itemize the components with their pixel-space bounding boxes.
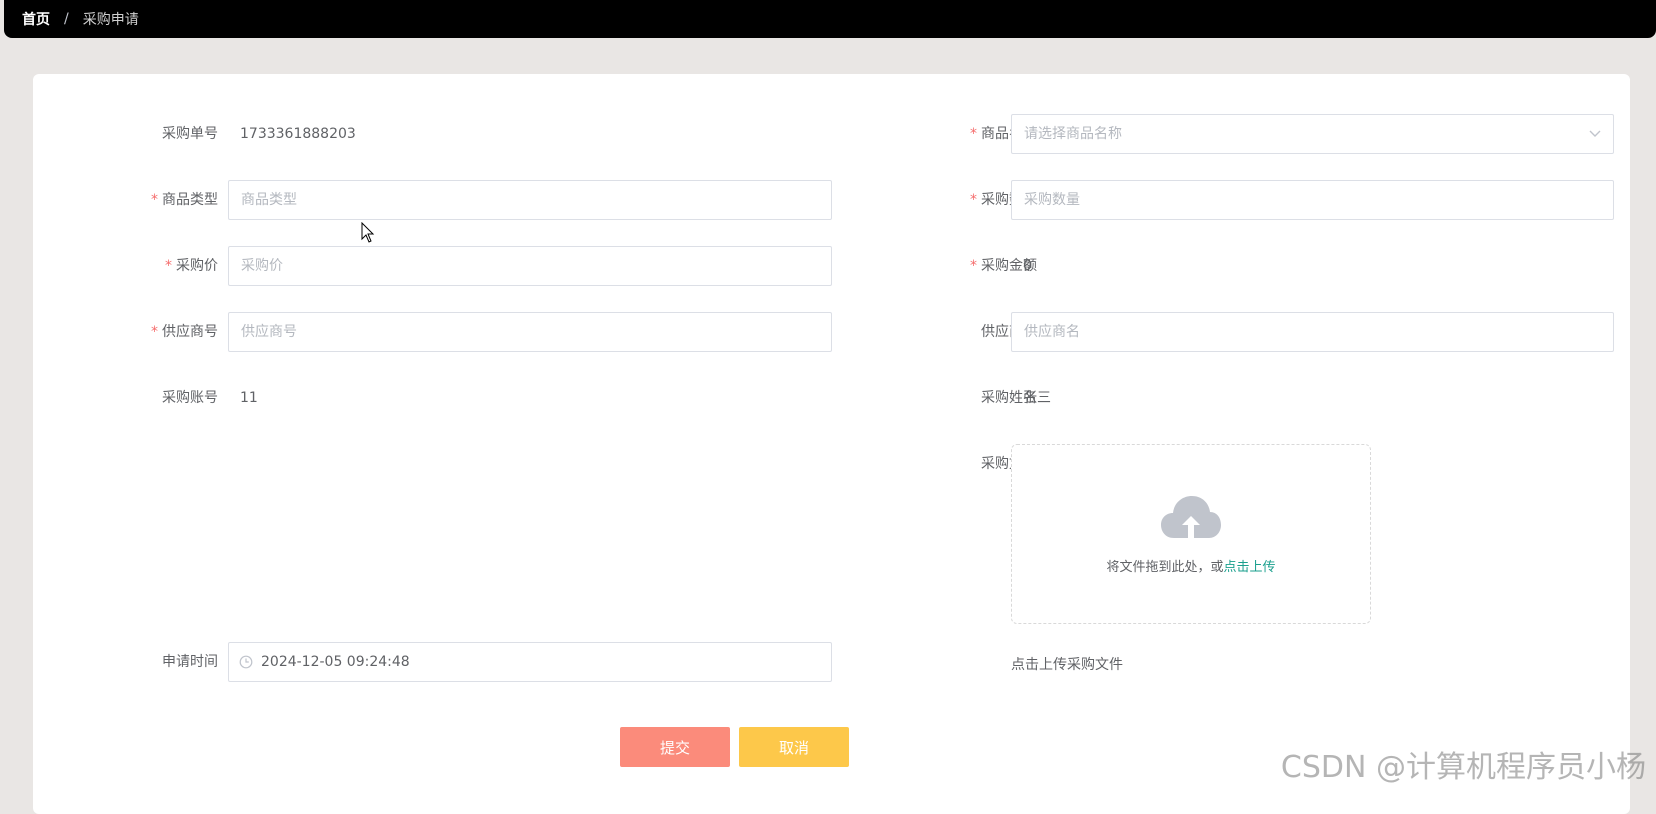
upload-tip: 点击上传采购文件 (1011, 657, 1123, 673)
file-upload-dropzone[interactable]: 将文件拖到此处，或点击上传 (1011, 444, 1371, 624)
breadcrumb-current: 采购申请 (82, 12, 139, 28)
breadcrumb-bar: 首页 / 采购申请 (4, 0, 1656, 38)
mouse-cursor-icon (361, 222, 375, 243)
supplier-name-input[interactable] (1011, 312, 1614, 352)
submit-button[interactable]: 提交 (620, 727, 730, 767)
form-card: 采购单号 1733361888203 *商品名称 *商品类型 *采购数量 *采购… (33, 74, 1630, 814)
upload-cloud-icon (1161, 495, 1221, 538)
account-label: 采购账号 (162, 390, 218, 406)
product-name-select[interactable] (1011, 114, 1614, 154)
order-no-label: 采购单号 (162, 126, 218, 142)
apply-time-picker[interactable]: 2024-12-05 09:24:48 (228, 642, 832, 682)
apply-time-value: 2024-12-05 09:24:48 (261, 654, 410, 670)
click-upload-link[interactable]: 点击上传 (1224, 560, 1276, 575)
chevron-down-icon[interactable] (1588, 126, 1602, 140)
amount-value: 0 (1023, 258, 1032, 274)
supplier-no-input[interactable] (228, 312, 832, 352)
breadcrumb-home[interactable]: 首页 (22, 9, 50, 29)
buyer-name-label: 采购姓名 (981, 390, 1037, 406)
cancel-button[interactable]: 取消 (739, 727, 849, 767)
price-input[interactable] (228, 246, 832, 286)
order-no-value: 1733361888203 (240, 126, 356, 142)
account-value: 11 (240, 390, 258, 406)
product-name-input[interactable] (1011, 114, 1614, 154)
clock-icon (239, 655, 253, 669)
product-type-label: * 商品类型 (151, 192, 218, 208)
quantity-input[interactable] (1011, 180, 1614, 220)
product-type-input[interactable] (228, 180, 832, 220)
supplier-no-label: * 供应商号 (151, 324, 218, 340)
breadcrumb-separator: / (64, 11, 69, 27)
buyer-name-value: 张三 (1023, 390, 1051, 406)
price-label: * 采购价 (165, 258, 218, 274)
watermark: CSDN @计算机程序员小杨 (1280, 750, 1646, 785)
amount-label: * 采购金额 (970, 258, 1037, 274)
upload-hint: 将文件拖到此处，或点击上传 (1106, 559, 1276, 575)
apply-time-label: 申请时间 (162, 654, 218, 670)
